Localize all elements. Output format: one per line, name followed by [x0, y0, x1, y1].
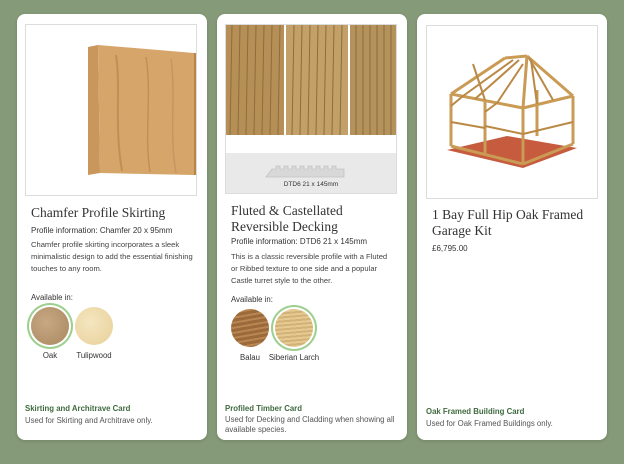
available-in-label: Available in: — [31, 293, 73, 302]
card-type-note: Used for Decking and Cladding when showi… — [225, 415, 395, 434]
product-price: £6,795.00 — [432, 244, 468, 253]
product-image-garage[interactable] — [426, 25, 598, 199]
swatch-label-tulipwood: Tulipwood — [76, 351, 112, 360]
swatch-siberian-larch[interactable] — [275, 309, 313, 347]
card-type-name: Skirting and Architrave Card — [25, 404, 131, 413]
swatch-tulipwood[interactable] — [75, 307, 113, 345]
product-title[interactable]: Fluted & Castellated Reversible Decking — [231, 203, 399, 235]
profile-information: Profile information: DTD6 21 x 145mm — [231, 237, 368, 246]
swatch-balau[interactable] — [231, 309, 269, 347]
card-type-name: Profiled Timber Card — [225, 404, 302, 413]
product-card-oak-garage[interactable]: 1 Bay Full Hip Oak Framed Garage Kit £6,… — [417, 14, 607, 440]
swatch-label-siberian-larch: Siberian Larch — [268, 353, 320, 362]
product-title[interactable]: 1 Bay Full Hip Oak Framed Garage Kit — [432, 207, 600, 239]
profile-information: Profile information: Chamfer 20 x 95mm — [31, 226, 173, 235]
card-type-note: Used for Skirting and Architrave only. — [25, 416, 153, 425]
product-image-decking[interactable]: DTD6 21 x 145mm — [225, 24, 397, 194]
product-description: Chamfer profile skirting incorporates a … — [31, 240, 193, 273]
card-type-name: Oak Framed Building Card — [426, 407, 525, 416]
product-description: This is a classic reversible profile wit… — [231, 252, 388, 285]
swatch-oak[interactable] — [31, 307, 69, 345]
card-type-note: Used for Oak Framed Buildings only. — [426, 419, 553, 428]
product-card-fluted-decking[interactable]: DTD6 21 x 145mm Fluted & Castellated Rev… — [217, 14, 407, 440]
product-image-skirting[interactable] — [25, 24, 197, 196]
available-in-label: Available in: — [231, 295, 273, 304]
image-caption: DTD6 21 x 145mm — [284, 181, 339, 188]
product-title[interactable]: Chamfer Profile Skirting — [31, 205, 199, 221]
product-card-chamfer-skirting[interactable]: Chamfer Profile Skirting Profile informa… — [17, 14, 207, 440]
